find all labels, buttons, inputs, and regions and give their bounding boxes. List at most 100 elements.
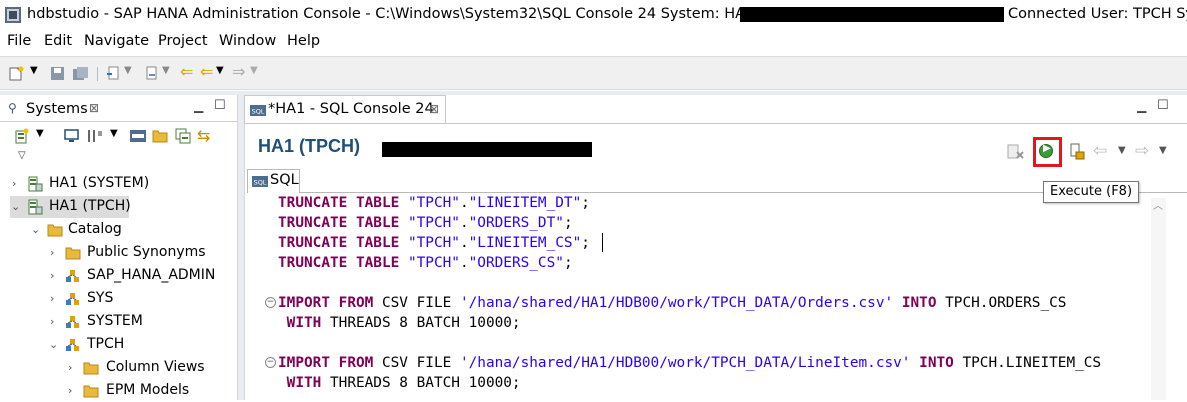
tree-label: HA1 (TPCH) [49,198,131,214]
editor-minimize-icon[interactable]: ▁ [1137,99,1146,113]
menu-file[interactable]: File [7,33,31,49]
maximize-icon[interactable]: ☐ [214,98,226,113]
tree-label: HA1 (SYSTEM) [49,175,150,191]
back-icon[interactable]: ⇐ [200,62,213,81]
menu-edit[interactable]: Edit [44,33,72,49]
save-icon[interactable] [50,66,65,81]
collapse-all-icon[interactable] [175,128,191,144]
stop-execution-icon[interactable] [1007,144,1025,160]
view-menu-icon[interactable]: ▽ [18,150,26,161]
menu-navigate[interactable]: Navigate [84,33,149,49]
tree-item-system[interactable]: › SYSTEM [48,311,228,333]
expanded-chevron-icon[interactable]: ⌄ [49,338,58,351]
sql-file-icon: SQL [250,105,266,116]
folder-icon [83,362,99,375]
code-line: TRUNCATE TABLE "TPCH"."LINEITEM_CS"; [278,235,590,251]
tree-label: Catalog [68,221,122,237]
tools-icon[interactable] [86,128,104,144]
minimize-icon[interactable]: ▁ [194,99,203,113]
collapsed-chevron-icon[interactable]: › [12,177,16,190]
tree-label: EPM Models [106,382,190,398]
editor-tab-label: *HA1 - SQL Console 24 [268,101,434,117]
menu-bar: File Edit Navigate Project Window Help [0,31,1187,53]
menu-help[interactable]: Help [287,33,320,49]
collapsed-chevron-icon[interactable]: › [50,292,54,305]
collapsed-chevron-icon[interactable]: › [50,315,54,328]
open-perspective-icon[interactable] [106,66,120,81]
systems-tab-close-icon[interactable]: ⊠ [89,101,99,115]
editor-maximize-icon[interactable]: ☐ [1157,98,1169,113]
sql-file-icon: SQL [252,176,268,187]
tree-item-ha1-system[interactable]: › HA1 (SYSTEM) [10,173,220,195]
scroll-up-icon[interactable]: ︿ [1153,197,1163,212]
tree-item-ha1-tpch[interactable]: ⌄ HA1 (TPCH) [10,196,131,218]
sql-subtab[interactable]: SQL SQL [247,169,300,193]
tree-label: Column Views [106,359,205,375]
folder-icon [65,247,81,260]
next-dropdown-icon[interactable]: ▼ [1159,145,1167,156]
sql-console-icon[interactable] [130,130,146,142]
vertical-scrollbar[interactable] [1151,198,1166,400]
tree-item-sap-hana-admin[interactable]: › SAP_HANA_ADMIN [48,265,228,287]
tree-item-sys[interactable]: › SYS [48,288,228,310]
tree-item-column-views[interactable]: › Column Views [66,357,236,379]
tree-item-catalog[interactable]: ⌄ Catalog [30,219,220,241]
folder-open-icon[interactable] [152,128,168,143]
menu-window[interactable]: Window [219,33,276,49]
last-edit-location-icon[interactable]: ⇐ [180,62,193,81]
link-with-editor-icon[interactable]: ⇆ [197,126,210,145]
svg-text:SQL: SQL [252,108,265,116]
svg-text:SQL: SQL [254,179,267,187]
collapsed-chevron-icon[interactable]: › [68,361,72,374]
administration-icon[interactable] [64,128,79,143]
fold-collapse-icon[interactable]: − [265,297,276,308]
add-system-dropdown-icon[interactable]: ▼ [36,128,44,139]
text-caret [602,233,603,252]
new-icon[interactable] [8,66,24,81]
expanded-chevron-icon[interactable]: ⌄ [31,223,40,236]
systems-tab-label: Systems [26,101,88,117]
save-all-icon[interactable] [72,66,89,81]
window-title-connected-user: Connected User: TPCH Syste [1008,6,1187,22]
schema-icon [66,316,79,328]
toolbar-separator [97,67,98,81]
folder-icon [83,385,99,398]
collapsed-chevron-icon[interactable]: › [50,246,54,259]
tree-item-tpch[interactable]: ⌄ TPCH [48,334,228,356]
next-statement-icon[interactable]: ⇨ [1135,141,1149,161]
previous-dropdown-icon[interactable]: ▼ [1118,145,1126,156]
tree-item-public-synonyms[interactable]: › Public Synonyms [48,242,228,264]
next-annotation-icon[interactable] [145,66,159,81]
collapsed-chevron-icon[interactable]: › [68,384,72,397]
add-system-icon[interactable] [14,128,30,144]
previous-statement-icon[interactable]: ⇦ [1093,141,1107,161]
new-dropdown-icon[interactable]: ▼ [30,65,38,76]
tools-dropdown-icon[interactable]: ▼ [110,128,118,139]
editor-tab-close-icon[interactable]: ⊠ [429,102,439,116]
code-line: TRUNCATE TABLE "TPCH"."LINEITEM_DT"; [278,195,590,211]
tree-label: SYSTEM [87,313,143,329]
forward-icon[interactable]: ⇒ [232,62,245,81]
fold-collapse-icon[interactable]: − [265,357,276,368]
expanded-chevron-icon[interactable]: ⌄ [11,200,20,213]
redacted-connection-info [382,142,592,157]
menu-project[interactable]: Project [158,33,208,49]
code-line: TRUNCATE TABLE "TPCH"."ORDERS_DT"; [278,215,573,231]
tree-item-epm-models[interactable]: › EPM Models [66,380,236,402]
editor-tab-sql-console[interactable]: SQL *HA1 - SQL Console 24 ⊠ [244,95,446,123]
explain-plan-icon[interactable] [1069,143,1085,160]
annotation-dropdown-icon[interactable]: ▼ [162,65,170,76]
sql-subtab-label: SQL [270,172,299,188]
schema-icon [66,293,79,305]
folder-icon [47,224,63,237]
perspective-dropdown-icon[interactable]: ▼ [124,65,132,76]
redacted-host [740,7,1004,22]
code-line: IMPORT FROM CSV FILE '/hana/shared/HA1/H… [278,295,1067,311]
execute-arrow-icon: ▶ [1043,143,1051,154]
back-dropdown-icon[interactable]: ▼ [216,65,224,76]
tree-label: SAP_HANA_ADMIN [87,267,216,283]
tree-label: TPCH [87,336,125,352]
collapsed-chevron-icon[interactable]: › [50,269,54,282]
schema-icon [66,339,79,351]
forward-dropdown-icon[interactable]: ▼ [250,65,258,76]
